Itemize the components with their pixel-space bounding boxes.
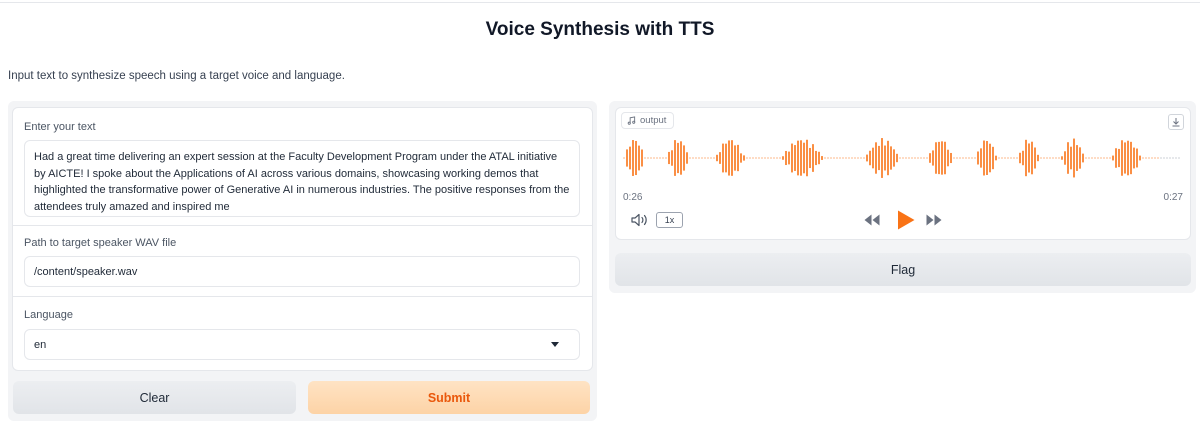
fast-forward-icon <box>926 214 942 226</box>
play-button[interactable] <box>896 209 916 236</box>
skip-back-button[interactable] <box>863 213 881 232</box>
speaker-field: Path to target speaker WAV file /content… <box>13 226 592 296</box>
clear-button[interactable]: Clear <box>13 381 296 414</box>
playback-rate-button[interactable]: 1x <box>656 212 683 228</box>
text-field-label: Enter your text <box>24 121 96 133</box>
music-note-icon <box>627 116 636 125</box>
text-field: Enter your text Had a great time deliver… <box>13 108 592 225</box>
download-icon <box>1172 118 1180 127</box>
audio-output: output 0:26 0:27 1x <box>615 107 1191 240</box>
play-icon <box>898 210 915 230</box>
audio-label-text: output <box>640 115 667 126</box>
input-panel: Enter your text Had a great time deliver… <box>8 101 597 421</box>
download-button[interactable] <box>1168 114 1184 130</box>
page-title: Voice Synthesis with TTS <box>485 19 715 40</box>
text-input[interactable]: Had a great time delivering an expert se… <box>24 140 580 217</box>
input-form: Enter your text Had a great time deliver… <box>12 107 593 371</box>
waveform[interactable] <box>623 136 1181 180</box>
language-field: Language en <box>13 297 592 371</box>
volume-icon <box>631 213 647 227</box>
speaker-field-label: Path to target speaker WAV file <box>24 237 177 249</box>
current-time: 0:26 <box>623 192 643 203</box>
output-panel: output 0:26 0:27 1x Flag <box>609 101 1196 293</box>
total-time: 0:27 <box>1163 192 1183 203</box>
volume-button[interactable] <box>630 212 650 228</box>
submit-button[interactable]: Submit <box>308 381 590 414</box>
language-select[interactable]: en <box>24 329 580 360</box>
language-field-label: Language <box>24 309 73 321</box>
page-description: Input text to synthesize speech using a … <box>8 70 345 82</box>
rewind-icon <box>864 214 880 226</box>
flag-button[interactable]: Flag <box>615 253 1191 286</box>
speaker-path-input[interactable]: /content/speaker.wav <box>24 256 580 287</box>
audio-output-label: output <box>621 112 675 129</box>
chevron-down-icon <box>551 342 559 347</box>
top-divider <box>0 2 1200 3</box>
skip-forward-button[interactable] <box>925 213 943 232</box>
language-select-value: en <box>34 338 47 351</box>
